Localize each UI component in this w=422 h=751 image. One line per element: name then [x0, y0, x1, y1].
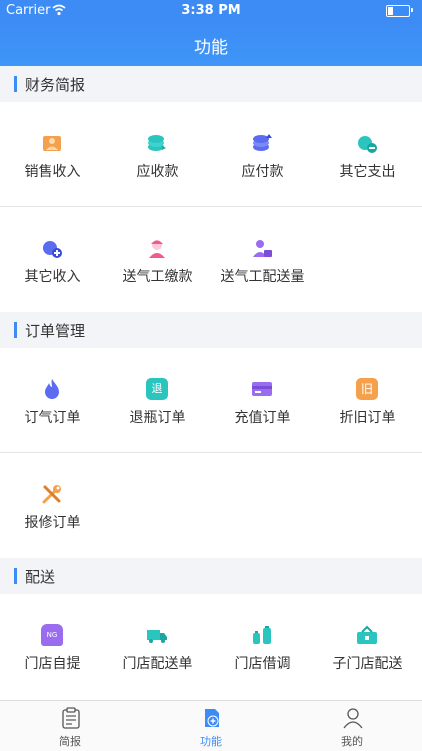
menu-item-label: 应收款	[136, 164, 179, 180]
tools-icon	[42, 485, 61, 504]
section-title: 配送	[25, 568, 56, 586]
receivables-icon	[148, 135, 166, 151]
store-pickup-icon: NG	[41, 624, 63, 646]
menu-item-repair-order[interactable]: 报修订单	[0, 453, 105, 558]
courier-delivery-volume-icon	[253, 240, 272, 257]
menu-item-courier-payment[interactable]: 送气工缴款	[105, 207, 210, 312]
battery-tip	[411, 8, 413, 12]
menu-item-gas-order[interactable]: 订气订单	[0, 348, 105, 453]
menu-item-sales-income[interactable]: 销售收入	[0, 102, 105, 207]
return-cylinder-icon: 退	[146, 378, 168, 400]
menu-item-label: 报修订单	[24, 515, 81, 531]
menu-item-return-cylinder-order[interactable]: 退 退瓶订单	[105, 348, 210, 453]
tab-functions[interactable]: 功能	[141, 701, 281, 751]
menu-item-label: 其它收入	[24, 269, 81, 285]
menu-item-courier-delivery-volume[interactable]: 送气工配送量	[210, 207, 315, 312]
tab-label: 功能	[200, 735, 222, 748]
page-title: 功能	[194, 38, 228, 58]
menu-item-label: 门店配送单	[122, 656, 193, 672]
menu-item-label: 订气订单	[24, 410, 81, 426]
delivery-truck-icon	[147, 630, 167, 643]
payables-icon	[253, 134, 272, 151]
courier-payment-icon	[149, 240, 165, 258]
sales-income-icon	[43, 136, 61, 151]
section-header-finance: 财务简报	[0, 66, 422, 102]
tab-label: 我的	[341, 735, 363, 748]
tab-label: 简报	[59, 735, 81, 748]
menu-item-label: 充值订单	[234, 410, 291, 426]
depreciation-icon: 旧	[356, 378, 378, 400]
menu-item-store-pickup[interactable]: NG 门店自提	[0, 594, 105, 699]
menu-item-payables[interactable]: 应付款	[210, 102, 315, 207]
section-title: 订单管理	[25, 322, 86, 340]
status-bar: Carrier 3:38 PM	[0, 0, 422, 22]
card-icon	[252, 382, 272, 396]
menu-item-label: 其它支出	[339, 164, 396, 180]
function-add-icon	[205, 709, 219, 727]
section-accent-bar	[14, 568, 17, 584]
menu-item-recharge-order[interactable]: 充值订单	[210, 348, 315, 453]
menu-item-label: 折旧订单	[339, 410, 396, 426]
menu-item-depreciation-order[interactable]: 旧 折旧订单	[315, 348, 420, 453]
grid-row: 报修订单	[0, 453, 422, 558]
menu-item-label: 销售收入	[24, 164, 81, 180]
menu-item-label: 应付款	[241, 164, 284, 180]
grid-row: 订气订单 退 退瓶订单 充值订单 旧 折旧订单	[0, 348, 422, 453]
menu-item-label: 门店自提	[24, 656, 81, 672]
cylinder-transfer-icon	[253, 626, 271, 644]
tab-briefing[interactable]: 简报	[0, 701, 140, 751]
menu-item-label: 送气工配送量	[220, 269, 305, 285]
tab-mine[interactable]: 我的	[282, 701, 422, 751]
grid-row: NG 门店自提 门店配送单 门店借调 子门店配送	[0, 594, 422, 699]
section-accent-bar	[14, 322, 17, 338]
section-header-delivery: 配送	[0, 558, 422, 594]
clipboard-icon	[62, 707, 80, 729]
section-header-orders: 订单管理	[0, 312, 422, 348]
menu-item-label: 送气工缴款	[122, 269, 193, 285]
menu-item-sub-store-delivery[interactable]: 子门店配送	[315, 594, 420, 699]
tab-bar: 简报 功能 我的	[0, 700, 422, 751]
person-icon	[343, 708, 363, 729]
clock: 3:38 PM	[181, 3, 241, 18]
battery-icon	[386, 5, 410, 17]
section-title: 财务简报	[25, 76, 86, 94]
section-accent-bar	[14, 76, 17, 92]
nav-bar: 功能	[0, 22, 422, 66]
menu-item-other-expense[interactable]: 其它支出	[315, 102, 420, 207]
menu-item-label: 门店借调	[234, 656, 291, 672]
menu-item-store-transfer[interactable]: 门店借调	[210, 594, 315, 699]
menu-item-other-income[interactable]: 其它收入	[0, 207, 105, 312]
grid-row: 销售收入 应收款 应付款 其它支出	[0, 102, 422, 207]
grid-row: 其它收入 送气工缴款 送气工配送量	[0, 207, 422, 312]
menu-item-receivables[interactable]: 应收款	[105, 102, 210, 207]
sub-store-delivery-icon	[357, 625, 377, 644]
menu-item-label: 子门店配送	[332, 656, 403, 672]
flame-icon	[45, 379, 59, 399]
other-income-icon	[43, 241, 62, 258]
menu-item-store-delivery-order[interactable]: 门店配送单	[105, 594, 210, 699]
menu-item-label: 退瓶订单	[129, 410, 186, 426]
other-expense-icon	[358, 136, 377, 153]
